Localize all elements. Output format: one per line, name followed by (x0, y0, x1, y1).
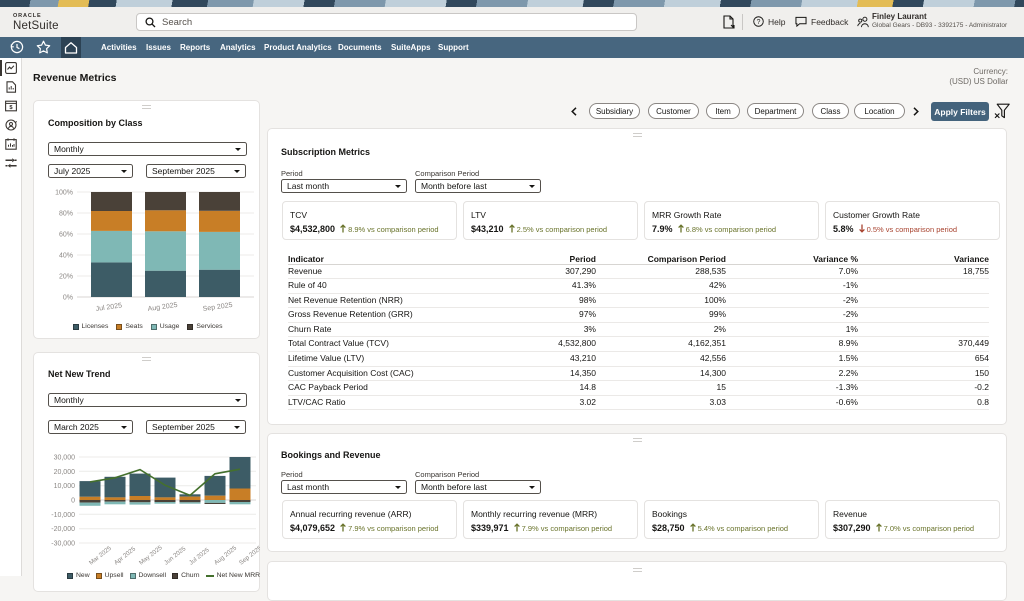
svg-text:?: ? (757, 19, 761, 26)
svg-text:Aug 2025: Aug 2025 (147, 302, 178, 313)
svg-text:Sep 2025: Sep 2025 (202, 302, 233, 313)
svg-text:60%: 60% (59, 232, 73, 239)
svg-text:Apr 2025: Apr 2025 (113, 545, 138, 566)
svg-text:$: $ (9, 105, 13, 111)
svg-text:80%: 80% (59, 211, 73, 218)
svg-text:Mar 2025: Mar 2025 (88, 545, 113, 567)
svg-text:10,000: 10,000 (54, 483, 76, 490)
svg-text:100%: 100% (55, 190, 73, 197)
svg-text:-30,000: -30,000 (51, 541, 75, 548)
svg-text:Jul 2025: Jul 2025 (95, 302, 122, 313)
svg-text:20,000: 20,000 (54, 469, 76, 476)
svg-text:Jul 2025: Jul 2025 (188, 546, 211, 566)
svg-text:Jun 2025: Jun 2025 (163, 545, 188, 567)
svg-text:30,000: 30,000 (54, 455, 76, 462)
svg-text:20%: 20% (59, 274, 73, 281)
svg-text:Aug 2025: Aug 2025 (213, 544, 239, 566)
svg-text:-10,000: -10,000 (51, 512, 75, 519)
svg-text:0%: 0% (63, 295, 73, 302)
svg-text:May 2025: May 2025 (138, 544, 164, 567)
svg-text:40%: 40% (59, 253, 73, 260)
svg-text:Sep 2025: Sep 2025 (238, 544, 260, 566)
svg-text:-20,000: -20,000 (51, 526, 75, 533)
svg-text:0: 0 (71, 498, 75, 505)
